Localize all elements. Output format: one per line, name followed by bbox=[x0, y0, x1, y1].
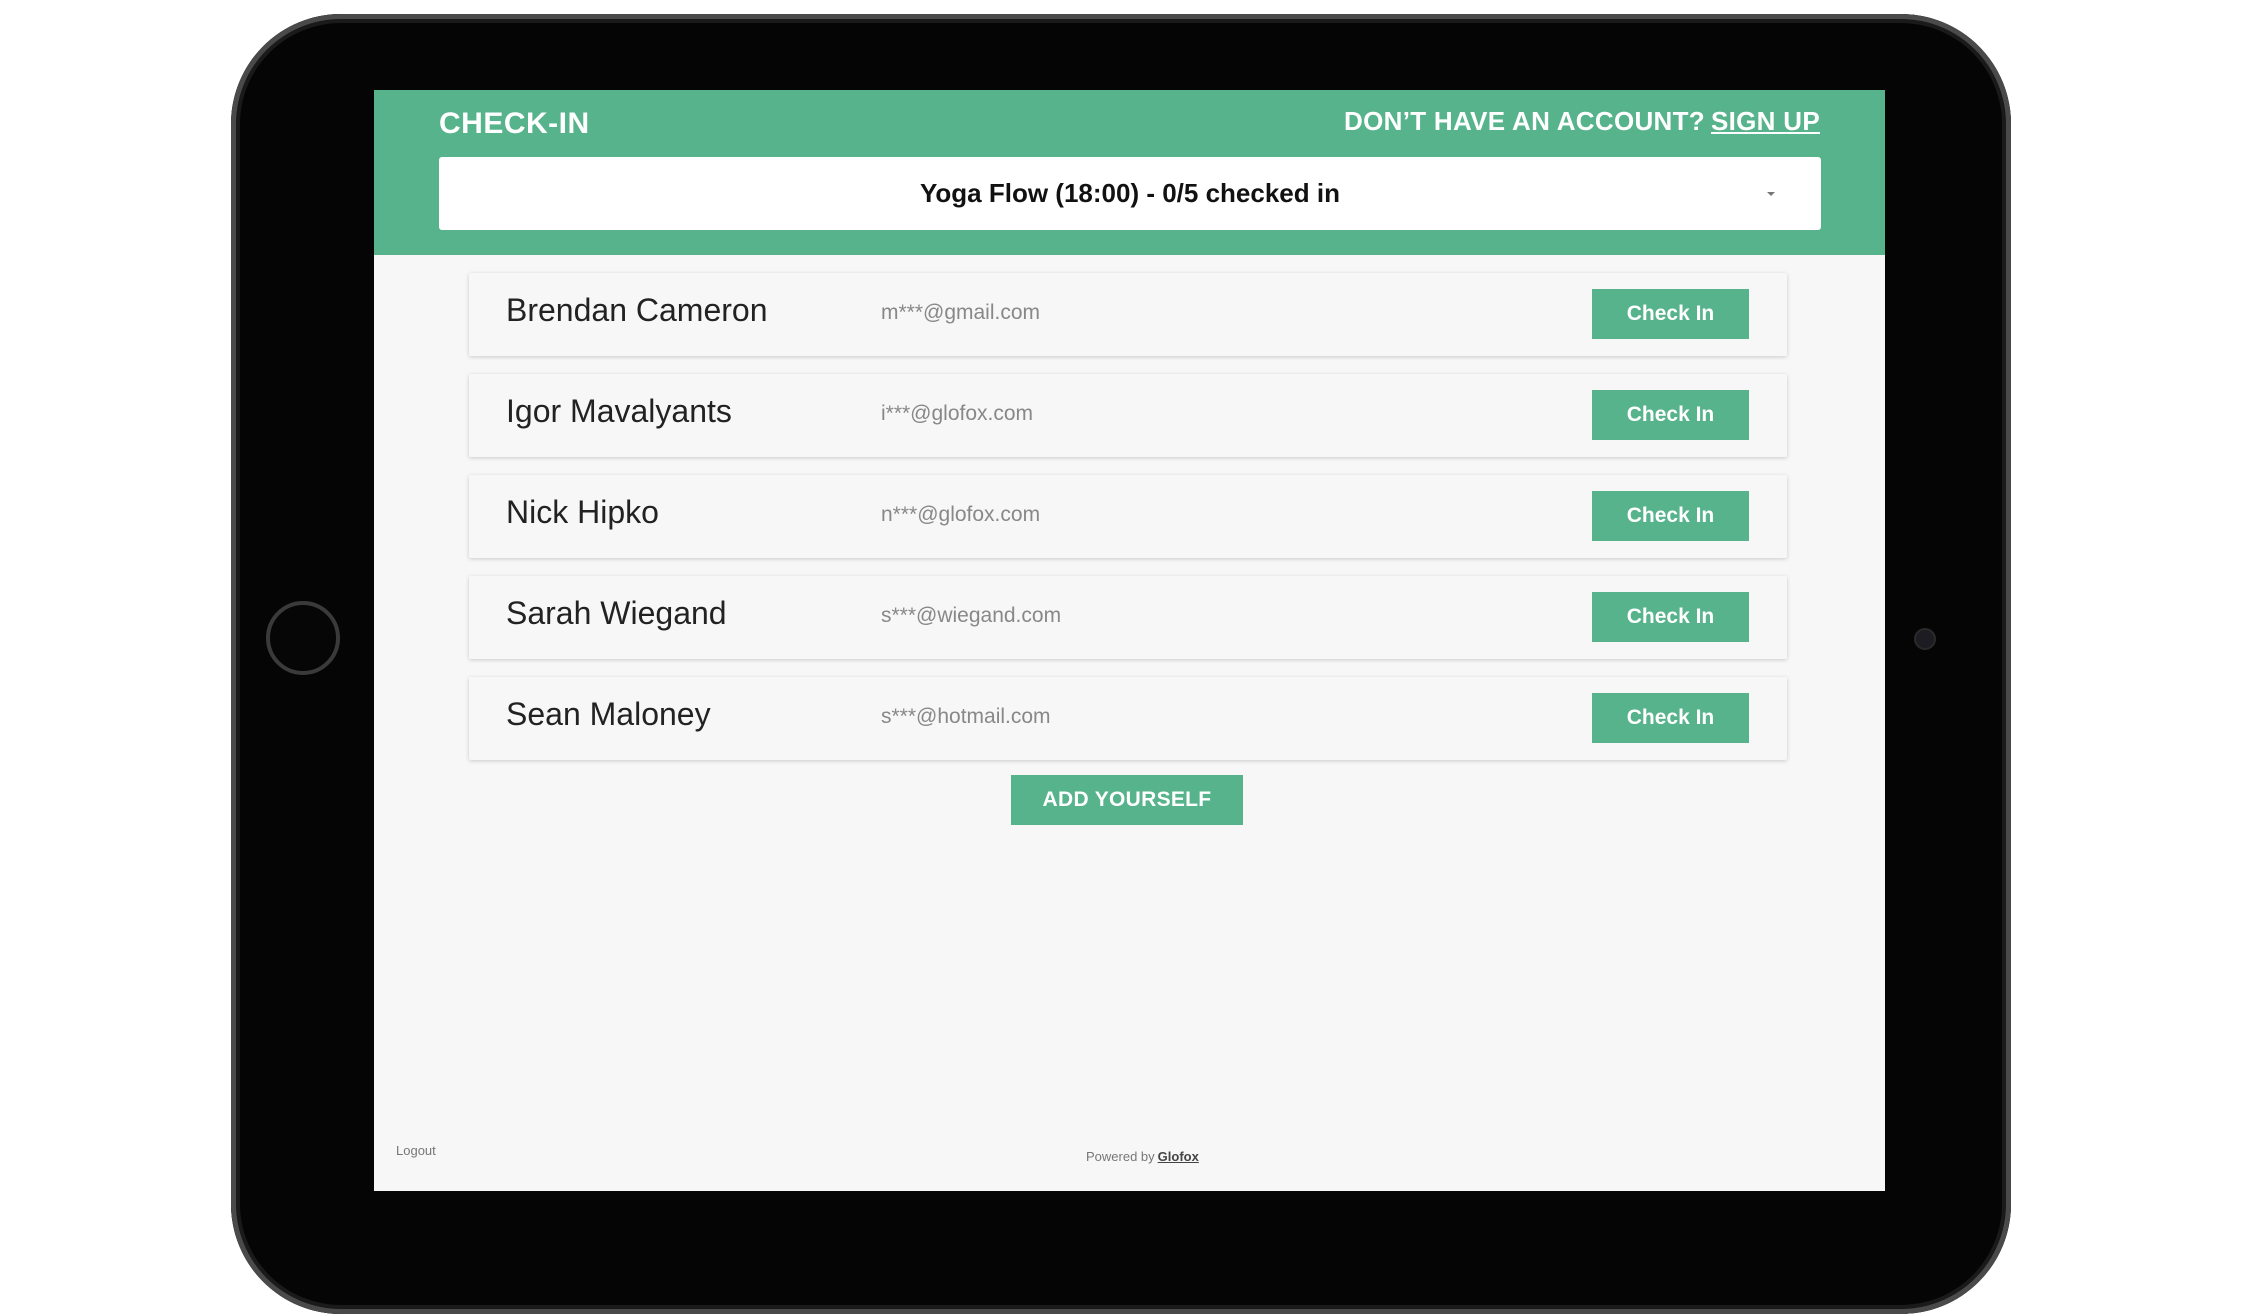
member-name: Brendan Cameron bbox=[506, 292, 768, 328]
member-name: Sarah Wiegand bbox=[506, 595, 727, 631]
member-email: i***@glofox.com bbox=[881, 402, 1034, 425]
header-bar: CHECK-IN DON’T HAVE AN ACCOUNT? SIGN UP Y… bbox=[374, 90, 1885, 255]
member-row: Brendan Cameron m***@gmail.com Check In bbox=[469, 273, 1787, 356]
check-in-button[interactable]: Check In bbox=[1592, 592, 1749, 642]
add-yourself-button[interactable]: ADD YOURSELF bbox=[1011, 775, 1243, 825]
check-in-button[interactable]: Check In bbox=[1592, 491, 1749, 541]
member-email: m***@gmail.com bbox=[881, 301, 1041, 324]
home-button[interactable] bbox=[266, 601, 340, 675]
member-name: Nick Hipko bbox=[506, 494, 659, 530]
member-row: Nick Hipko n***@glofox.com Check In bbox=[469, 475, 1787, 558]
check-in-button[interactable]: Check In bbox=[1592, 390, 1749, 440]
member-name: Igor Mavalyants bbox=[506, 393, 732, 429]
logout-link[interactable]: Logout bbox=[396, 1143, 436, 1158]
member-row: Sean Maloney s***@hotmail.com Check In bbox=[469, 677, 1787, 760]
member-email: s***@hotmail.com bbox=[881, 705, 1051, 728]
signup-link[interactable]: SIGN UP bbox=[1711, 106, 1820, 136]
signup-prompt: DON’T HAVE AN ACCOUNT? SIGN UP bbox=[1344, 106, 1820, 137]
check-in-button[interactable]: Check In bbox=[1592, 693, 1749, 743]
signup-prompt-text: DON’T HAVE AN ACCOUNT? bbox=[1344, 106, 1705, 136]
class-select-value: Yoga Flow (18:00) - 0/5 checked in bbox=[920, 178, 1340, 208]
member-row: Sarah Wiegand s***@wiegand.com Check In bbox=[469, 576, 1787, 659]
member-email: s***@wiegand.com bbox=[881, 604, 1062, 627]
member-name: Sean Maloney bbox=[506, 696, 711, 732]
glofox-link[interactable]: Glofox bbox=[1158, 1149, 1199, 1164]
front-camera bbox=[1916, 630, 1934, 648]
check-in-button[interactable]: Check In bbox=[1592, 289, 1749, 339]
page-title: CHECK-IN bbox=[439, 107, 590, 140]
powered-by-text: Powered by bbox=[1086, 1149, 1155, 1164]
class-select[interactable]: Yoga Flow (18:00) - 0/5 checked in bbox=[439, 157, 1821, 230]
caret-down-icon bbox=[1767, 192, 1775, 196]
member-row: Igor Mavalyants i***@glofox.com Check In bbox=[469, 374, 1787, 457]
member-list: Brendan Cameron m***@gmail.com Check In … bbox=[469, 273, 1787, 778]
powered-by: Powered by Glofox bbox=[1086, 1149, 1199, 1164]
app-screen: CHECK-IN DON’T HAVE AN ACCOUNT? SIGN UP Y… bbox=[374, 90, 1885, 1191]
member-email: n***@glofox.com bbox=[881, 503, 1041, 526]
